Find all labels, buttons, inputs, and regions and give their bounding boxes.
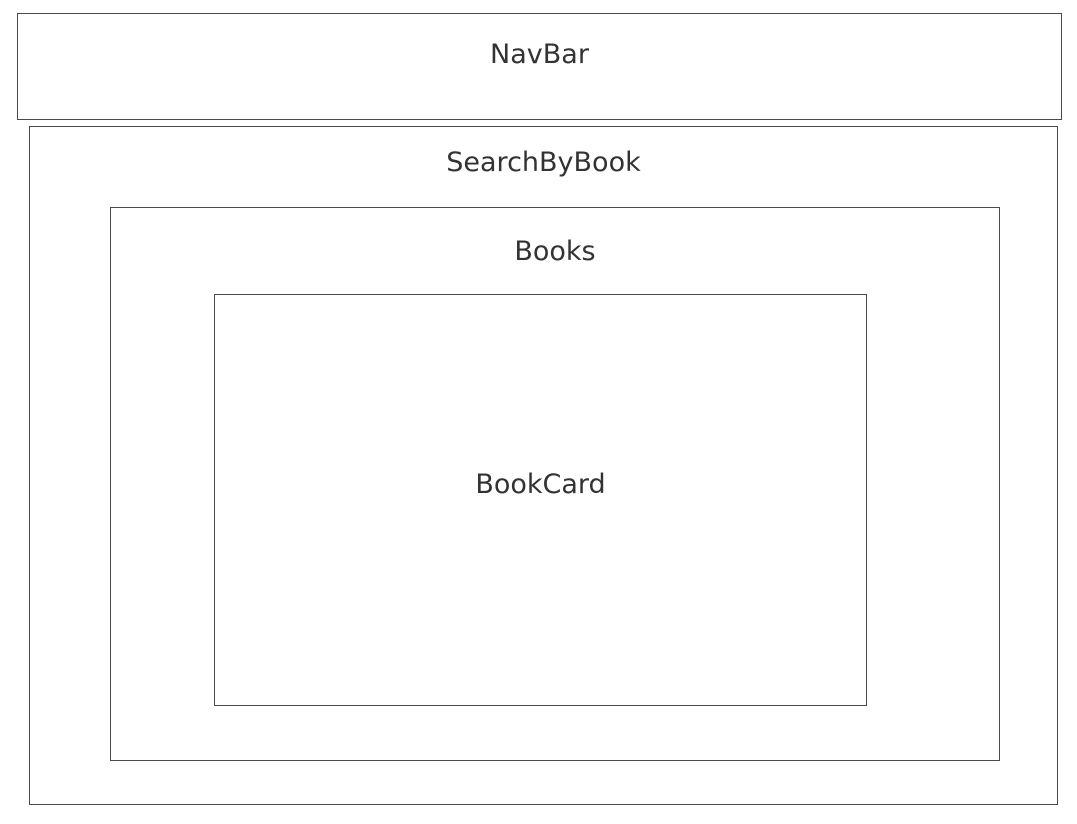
searchbybook-label: SearchByBook bbox=[446, 147, 641, 178]
books-label: Books bbox=[514, 236, 596, 267]
bookcard-component-box: BookCard bbox=[214, 294, 867, 706]
navbar-label: NavBar bbox=[490, 39, 589, 70]
navbar-component-box: NavBar bbox=[17, 13, 1062, 120]
bookcard-label: BookCard bbox=[475, 469, 606, 500]
